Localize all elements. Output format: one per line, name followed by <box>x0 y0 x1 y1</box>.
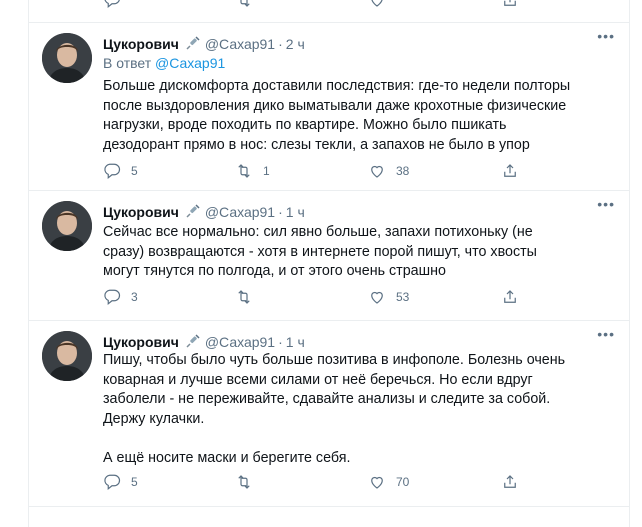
like-icon[interactable] <box>368 0 386 14</box>
separator-dot: · <box>278 334 283 350</box>
like-icon <box>371 165 383 178</box>
share-icon <box>504 290 516 303</box>
retweet-icon[interactable] <box>235 0 253 14</box>
share-button[interactable] <box>501 473 519 491</box>
tweet-paragraph: Сейчас все нормально: сил явно больше, з… <box>103 224 537 279</box>
author-name[interactable]: Цукорович <box>103 36 179 52</box>
share-icon <box>504 475 516 488</box>
tweet-paragraph: Пишу, чтобы было чуть больше позитива в … <box>103 352 566 427</box>
tweet-thread: Цукорович @Сахар91 · 2 ч ••• В ответ @Сахар… <box>28 0 630 527</box>
reply-context: В ответ @Сахар91 <box>103 54 225 72</box>
tweet-actions: 5 70 <box>103 473 543 493</box>
more-options-icon[interactable]: ••• <box>597 28 615 44</box>
tweet-time[interactable]: 2 ч <box>286 36 305 52</box>
reply-button[interactable]: 3 <box>103 288 138 306</box>
retweet-button[interactable]: 1 <box>235 162 270 180</box>
separator-dot: · <box>278 204 283 220</box>
tweet-3[interactable]: Цукорович @Сахар91 · 1 ч ••• Пишу, чтобы бы… <box>29 320 629 507</box>
reply-count: 5 <box>131 475 138 489</box>
retweet-icon <box>238 290 250 304</box>
syringe-icon <box>185 35 201 55</box>
tweet-time[interactable]: 1 ч <box>286 204 305 220</box>
retweet-icon <box>238 164 250 178</box>
retweet-count: 1 <box>263 164 270 178</box>
tweet-actions: 3 53 <box>103 288 543 308</box>
like-icon <box>371 291 383 304</box>
retweet-icon <box>238 475 250 489</box>
reply-count: 5 <box>131 164 138 178</box>
like-count: 53 <box>396 290 410 304</box>
like-button[interactable]: 70 <box>368 473 409 491</box>
tweet-header: Цукорович @Сахар91 · 2 ч <box>103 35 305 55</box>
share-button[interactable] <box>501 288 519 306</box>
reply-icon[interactable] <box>103 0 121 14</box>
more-options-icon[interactable]: ••• <box>597 326 615 342</box>
tweet-text: Сейчас все нормально: сил явно больше, з… <box>103 223 573 282</box>
retweet-button[interactable] <box>235 288 263 306</box>
share-button[interactable] <box>501 162 519 180</box>
reply-prefix: В ответ <box>103 55 152 71</box>
reply-icon <box>104 163 121 179</box>
tweet-2[interactable]: Цукорович @Сахар91 · 1 ч ••• Сейчас все нор… <box>29 190 629 321</box>
like-button[interactable]: 38 <box>368 162 409 180</box>
tweet-header: Цукорович @Сахар91 · 1 ч <box>103 333 305 353</box>
more-options-icon[interactable]: ••• <box>597 196 615 212</box>
tweet-text: Пишу, чтобы было чуть больше позитива в … <box>103 351 573 468</box>
author-handle[interactable]: @Сахар91 <box>205 334 275 350</box>
tweet-paragraph: А ещё носите маски и берегите себя. <box>103 449 351 466</box>
tweet-paragraph: Больше дискомфорта доставили последствия… <box>103 78 571 153</box>
tweet-text: Больше дискомфорта доставили последствия… <box>103 77 573 155</box>
retweet-button[interactable] <box>235 473 263 491</box>
tweet-1[interactable]: Цукорович @Сахар91 · 2 ч ••• В ответ @Сахар… <box>29 22 629 191</box>
reply-icon <box>104 474 121 490</box>
author-name[interactable]: Цукорович <box>103 334 179 350</box>
reply-icon <box>104 289 121 305</box>
tweet-time[interactable]: 1 ч <box>286 334 305 350</box>
syringe-icon <box>185 203 201 223</box>
previous-tweet-actions <box>29 0 629 23</box>
reply-button[interactable]: 5 <box>103 162 138 180</box>
share-icon[interactable] <box>501 0 519 14</box>
avatar[interactable] <box>42 201 92 251</box>
like-icon <box>371 476 383 489</box>
syringe-icon <box>185 333 201 353</box>
share-icon <box>504 164 516 177</box>
avatar[interactable] <box>42 331 92 381</box>
author-name[interactable]: Цукорович <box>103 204 179 220</box>
tweet-actions: 5 1 38 <box>103 162 543 182</box>
author-handle[interactable]: @Сахар91 <box>205 204 275 220</box>
tweet-header: Цукорович @Сахар91 · 1 ч <box>103 203 305 223</box>
like-button[interactable]: 53 <box>368 288 409 306</box>
reply-to-link[interactable]: @Сахар91 <box>155 55 225 71</box>
author-handle[interactable]: @Сахар91 <box>205 36 275 52</box>
reply-button[interactable]: 5 <box>103 473 138 491</box>
avatar[interactable] <box>42 33 92 83</box>
like-count: 38 <box>396 164 410 178</box>
separator-dot: · <box>278 36 283 52</box>
reply-count: 3 <box>131 290 138 304</box>
like-count: 70 <box>396 475 410 489</box>
